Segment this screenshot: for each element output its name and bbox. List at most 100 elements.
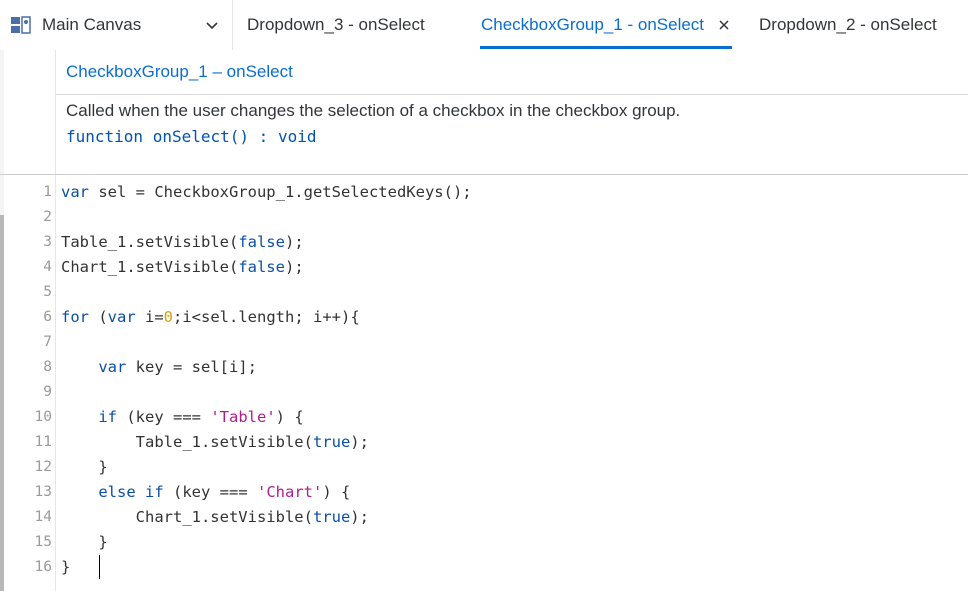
code-fragment: ); bbox=[350, 508, 369, 526]
line-number: 12 bbox=[34, 459, 52, 475]
tab-checkboxgroup1-onselect[interactable]: CheckboxGroup_1 - onSelect bbox=[480, 0, 733, 50]
line-number: 14 bbox=[34, 509, 52, 525]
string-literal: 'Table' bbox=[210, 408, 276, 426]
code-line: 15 } bbox=[0, 530, 968, 555]
code-text: var sel = CheckboxGroup_1.getSelectedKey… bbox=[61, 180, 472, 205]
number-literal: 0 bbox=[163, 308, 174, 326]
line-number: 13 bbox=[34, 484, 52, 500]
code-fragment: Table_1.setVisible( bbox=[135, 433, 313, 451]
event-description: Called when the user changes the selecti… bbox=[66, 101, 681, 120]
code-fragment: (key === bbox=[163, 483, 257, 501]
code-fragment: ); bbox=[350, 433, 369, 451]
code-line: 7 bbox=[0, 330, 968, 355]
code-fragment: Table_1.setVisible( bbox=[61, 233, 239, 251]
code-fragment: ) { bbox=[322, 483, 351, 501]
keyword: false bbox=[238, 233, 285, 251]
code-line: 6 for (var i=0;i<sel.length; i++){ bbox=[0, 305, 968, 330]
keyword: true bbox=[312, 433, 351, 451]
line-number: 5 bbox=[43, 284, 52, 300]
code-fragment: Chart_1.setVisible( bbox=[135, 508, 313, 526]
code-line: 10 if (key === 'Table') { bbox=[0, 405, 968, 430]
tab-dropdown2-onselect[interactable]: Dropdown_2 - onSelect bbox=[759, 0, 937, 50]
text-cursor bbox=[99, 555, 100, 579]
active-tab-indicator bbox=[480, 46, 733, 49]
code-line: 14 Chart_1.setVisible(true); bbox=[0, 505, 968, 530]
line-number: 8 bbox=[43, 359, 52, 375]
code-text: if (key === 'Table') { bbox=[61, 405, 303, 430]
code-fragment: (key === bbox=[117, 408, 211, 426]
line-number: 7 bbox=[43, 334, 52, 350]
line-number: 9 bbox=[43, 384, 52, 400]
keyword: else bbox=[98, 483, 136, 501]
code-fragment: ( bbox=[89, 308, 108, 326]
code-line: 5 bbox=[0, 280, 968, 305]
keyword: var bbox=[98, 358, 127, 376]
line-number: 3 bbox=[43, 234, 52, 250]
code-fragment: Chart_1.setVisible( bbox=[61, 258, 239, 276]
code-line: 13 else if (key === 'Chart') { bbox=[0, 480, 968, 505]
keyword: false bbox=[238, 258, 285, 276]
tab-main-canvas-label: Main Canvas bbox=[42, 15, 142, 34]
code-text: } bbox=[61, 458, 108, 476]
string-literal: 'Chart' bbox=[257, 483, 323, 501]
line-number: 6 bbox=[43, 309, 52, 325]
tab-label: CheckboxGroup_1 - onSelect bbox=[481, 15, 705, 34]
line-number: 11 bbox=[34, 434, 52, 450]
function-signature: function onSelect() : void bbox=[66, 127, 316, 146]
keyword: true bbox=[312, 508, 351, 526]
code-text: } bbox=[61, 558, 71, 576]
tab-main-canvas[interactable]: Main Canvas bbox=[0, 0, 233, 50]
code-text: else if (key === 'Chart') { bbox=[61, 480, 350, 505]
line-number: 2 bbox=[43, 209, 52, 225]
code-line: 11 Table_1.setVisible(true); bbox=[0, 430, 968, 455]
code-fragment: key = sel[i]; bbox=[126, 358, 257, 376]
tab-label: Dropdown_2 - onSelect bbox=[759, 15, 937, 34]
divider bbox=[0, 174, 968, 175]
event-title: CheckboxGroup_1 – onSelect bbox=[66, 62, 293, 81]
tab-dropdown3-onselect[interactable]: Dropdown_3 - onSelect bbox=[247, 0, 425, 50]
line-number: 10 bbox=[34, 409, 52, 425]
code-fragment: ); bbox=[284, 258, 304, 276]
code-text: Table_1.setVisible(true); bbox=[61, 430, 369, 455]
code-text: Chart_1.setVisible(false); bbox=[61, 255, 304, 280]
code-text: } bbox=[61, 533, 108, 551]
code-text: for (var i=0;i<sel.length; i++){ bbox=[61, 305, 360, 330]
code-text: Chart_1.setVisible(true); bbox=[61, 505, 369, 530]
keyword: var bbox=[107, 308, 136, 326]
divider bbox=[56, 94, 968, 95]
keyword: var bbox=[61, 183, 89, 201]
return-type: void bbox=[277, 127, 317, 146]
keyword-function: function bbox=[66, 127, 144, 146]
code-line: 3 Table_1.setVisible(false); bbox=[0, 230, 968, 255]
close-icon[interactable] bbox=[717, 18, 731, 32]
code-fragment: ;i<sel.length; i++){ bbox=[173, 308, 360, 326]
code-fragment: ); bbox=[284, 233, 304, 251]
code-fragment: i= bbox=[135, 308, 164, 326]
code-editor[interactable]: 1 var sel = CheckboxGroup_1.getSelectedK… bbox=[0, 180, 968, 591]
signature-params: () : bbox=[229, 127, 278, 146]
code-line: 2 bbox=[0, 205, 968, 230]
code-line: 9 bbox=[0, 380, 968, 405]
function-name: onSelect bbox=[152, 127, 230, 146]
event-info-panel: CheckboxGroup_1 – onSelect Called when t… bbox=[56, 50, 968, 174]
code-text: Table_1.setVisible(false); bbox=[61, 230, 304, 255]
line-number: 15 bbox=[34, 534, 52, 550]
code-line: 16 } bbox=[0, 555, 968, 580]
code-line: 1 var sel = CheckboxGroup_1.getSelectedK… bbox=[0, 180, 968, 205]
line-number: 4 bbox=[43, 259, 52, 275]
code-line: 8 var key = sel[i]; bbox=[0, 355, 968, 380]
code-fragment bbox=[136, 483, 145, 501]
chevron-down-icon[interactable] bbox=[203, 16, 221, 34]
editor-tab-bar: Main Canvas Dropdown_3 - onSelect Checkb… bbox=[0, 0, 968, 50]
keyword: if bbox=[98, 408, 117, 426]
tab-label: Dropdown_3 - onSelect bbox=[247, 15, 425, 34]
line-number: 1 bbox=[43, 184, 52, 200]
keyword: for bbox=[61, 308, 89, 326]
keyword: if bbox=[145, 483, 164, 501]
line-number: 16 bbox=[34, 559, 52, 575]
